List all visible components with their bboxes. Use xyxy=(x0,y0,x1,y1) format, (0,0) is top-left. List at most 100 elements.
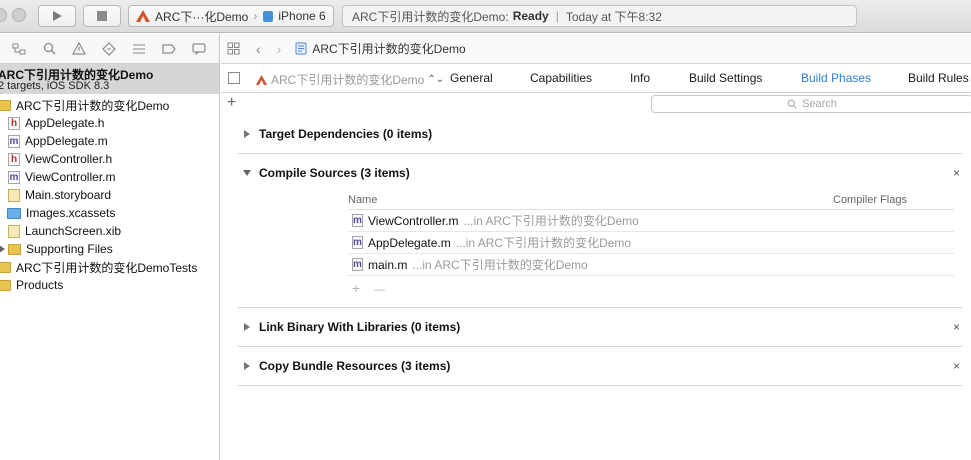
scheme-device-label: iPhone 6 xyxy=(278,9,326,23)
phase-header[interactable]: Copy Bundle Resources (3 items) × xyxy=(238,347,962,385)
tree-item-label: Images.xcassets xyxy=(26,206,116,220)
delete-phase-button[interactable]: × xyxy=(953,166,960,180)
tree-file-viewcontroller-h[interactable]: h ViewController.h xyxy=(0,150,219,168)
phase-title: Target Dependencies (0 items) xyxy=(259,127,433,141)
status-time: Today at 下午8:32 xyxy=(565,9,662,24)
source-file-icon: m xyxy=(352,214,363,227)
navigator-selector-bar xyxy=(0,34,219,64)
target-selector[interactable]: ARC下引用计数的变化Demo ⌃⌄ xyxy=(255,71,444,88)
activity-status: ARC下引用计数的变化Demo: Ready | Today at 下午8:32 xyxy=(342,5,857,27)
table-row[interactable]: m ViewController.m ...in ARC下引用计数的变化Demo xyxy=(348,210,954,232)
phase-target-dependencies: Target Dependencies (0 items) xyxy=(238,115,962,154)
scheme-target-label: ARC下···化Demo xyxy=(155,9,249,24)
test-nav-icon[interactable] xyxy=(94,34,124,64)
phase-header[interactable]: Compile Sources (3 items) × xyxy=(238,154,962,192)
add-phase-button[interactable]: + xyxy=(227,94,236,112)
remove-source-button[interactable]: — xyxy=(374,284,385,296)
table-row[interactable]: m main.m ...in ARC下引用计数的变化Demo xyxy=(348,254,954,276)
back-arrow-icon[interactable]: ‹ xyxy=(256,41,261,57)
filter-bar: + Search xyxy=(221,94,971,116)
target-label: ARC下引用计数的变化Demo xyxy=(271,73,425,87)
phase-link-binary: Link Binary With Libraries (0 items) × xyxy=(238,308,962,347)
chevron-right-icon: › xyxy=(253,9,258,23)
breakpoint-nav-icon[interactable] xyxy=(154,34,184,64)
forward-arrow-icon[interactable]: › xyxy=(277,41,282,57)
stop-icon xyxy=(97,11,107,21)
stepper-chevron-icon: ⌃⌄ xyxy=(427,74,445,85)
add-source-button[interactable]: + xyxy=(352,280,360,296)
project-navigator: ARC下引用计数的变化Demo 2 targets, iOS SDK 8.3 A… xyxy=(0,34,220,460)
header-file-icon: h xyxy=(8,152,20,166)
target-icon xyxy=(255,74,268,85)
file-tree: ARC下引用计数的变化Demo h AppDelegate.h m AppDel… xyxy=(0,94,219,294)
tree-file-viewcontroller-m[interactable]: m ViewController.m xyxy=(0,168,219,186)
window-close-button[interactable] xyxy=(0,8,7,22)
related-items-icon[interactable] xyxy=(226,42,240,56)
source-file-name: AppDelegate.m xyxy=(368,235,451,250)
source-file-path: ...in ARC下引用计数的变化Demo xyxy=(412,258,588,272)
header-file-icon: h xyxy=(8,116,20,130)
run-button[interactable] xyxy=(38,5,76,27)
search-nav-icon[interactable] xyxy=(34,34,64,64)
phase-title: Compile Sources (3 items) xyxy=(259,166,410,180)
tab-build-settings[interactable]: Build Settings xyxy=(689,71,762,85)
disclosure-triangle-icon[interactable] xyxy=(244,323,250,331)
scheme-selector[interactable]: ARC下···化Demo › iPhone 6 xyxy=(128,5,334,27)
folder-icon xyxy=(0,261,11,273)
tree-file-images-xcassets[interactable]: Images.xcassets xyxy=(0,204,219,222)
disclosure-triangle-icon[interactable] xyxy=(243,170,251,176)
disclosure-triangle-icon[interactable] xyxy=(0,245,5,253)
report-nav-icon[interactable] xyxy=(184,34,214,64)
tree-file-appdelegate-m[interactable]: m AppDelegate.m xyxy=(0,132,219,150)
source-file-icon: m xyxy=(352,236,363,249)
source-file-icon: m xyxy=(8,134,20,148)
tree-item-label: AppDelegate.h xyxy=(25,116,105,130)
compile-sources-table: Name Compiler Flags m ViewController.m .… xyxy=(348,190,954,276)
asset-catalog-icon xyxy=(7,207,21,219)
tree-file-appdelegate-h[interactable]: h AppDelegate.h xyxy=(0,114,219,132)
tree-file-main-storyboard[interactable]: Main.storyboard xyxy=(0,186,219,204)
tree-item-label: Main.storyboard xyxy=(25,188,112,202)
app-target-icon xyxy=(136,10,150,22)
delete-phase-button[interactable]: × xyxy=(953,359,960,373)
sidebar-toggle-icon[interactable] xyxy=(228,72,240,84)
source-file-path: ...in ARC下引用计数的变化Demo xyxy=(463,214,639,228)
tree-group-products[interactable]: Products xyxy=(0,276,219,294)
project-file-icon xyxy=(295,42,307,55)
tree-item-label: ViewController.h xyxy=(25,152,113,166)
device-icon xyxy=(263,10,274,22)
window-minimize-button[interactable] xyxy=(12,8,26,22)
tab-info[interactable]: Info xyxy=(630,71,650,85)
disclosure-triangle-icon[interactable] xyxy=(244,130,250,138)
tab-build-phases[interactable]: Build Phases xyxy=(801,71,871,85)
warning-nav-icon[interactable] xyxy=(64,34,94,64)
table-row[interactable]: m AppDelegate.m ...in ARC下引用计数的变化Demo xyxy=(348,232,954,254)
jump-bar: ‹ › ARC下引用计数的变化Demo xyxy=(221,34,971,64)
tab-build-rules[interactable]: Build Rules xyxy=(908,71,969,85)
project-subtitle: 2 targets, iOS SDK 8.3 xyxy=(0,80,110,92)
add-remove-controls: + — xyxy=(352,280,385,296)
search-input[interactable]: Search xyxy=(651,95,971,113)
tree-item-label: Supporting Files xyxy=(26,242,113,256)
debug-nav-icon[interactable] xyxy=(124,34,154,64)
delete-phase-button[interactable]: × xyxy=(953,320,960,334)
tree-group-tests[interactable]: ARC下引用计数的变化DemoTests xyxy=(0,258,219,276)
disclosure-triangle-icon[interactable] xyxy=(244,362,250,370)
tree-item-label: Products xyxy=(16,278,64,292)
tree-group-supporting-files[interactable]: Supporting Files xyxy=(0,240,219,258)
folder-icon xyxy=(8,243,21,255)
tree-group-app[interactable]: ARC下引用计数的变化Demo xyxy=(0,96,219,114)
tab-capabilities[interactable]: Capabilities xyxy=(530,71,592,85)
column-name-header[interactable]: Name xyxy=(348,194,377,206)
tab-general[interactable]: General xyxy=(450,71,493,85)
folder-nav-icon[interactable] xyxy=(4,34,34,64)
breadcrumb[interactable]: ARC下引用计数的变化Demo xyxy=(312,40,465,57)
phase-header[interactable]: Target Dependencies (0 items) xyxy=(238,115,962,153)
project-root-row[interactable]: ARC下引用计数的变化Demo 2 targets, iOS SDK 8.3 xyxy=(0,64,219,94)
folder-icon xyxy=(0,279,11,291)
tree-file-launchscreen-xib[interactable]: LaunchScreen.xib xyxy=(0,222,219,240)
column-flags-header[interactable]: Compiler Flags xyxy=(833,194,907,206)
stop-button[interactable] xyxy=(83,5,121,27)
search-icon xyxy=(787,99,797,109)
phase-header[interactable]: Link Binary With Libraries (0 items) × xyxy=(238,308,962,346)
